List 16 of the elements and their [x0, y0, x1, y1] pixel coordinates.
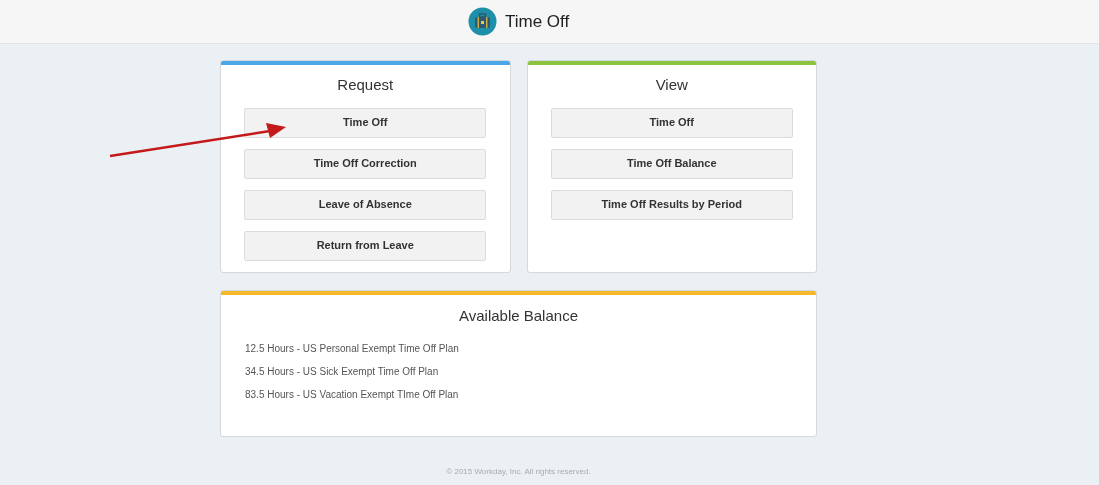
panel-title: Request: [336, 75, 395, 95]
action-button[interactable]: Time Off: [550, 107, 793, 138]
copyright-text: © 2015 Workday, Inc. All rights reserved.: [446, 466, 591, 478]
panel-title: View: [654, 75, 689, 95]
action-button[interactable]: Time Off Correction: [244, 148, 487, 179]
page-title: Time Off: [505, 10, 570, 33]
action-button[interactable]: Time Off Balance: [550, 148, 793, 179]
action-button[interactable]: Leave of Absence: [244, 189, 487, 220]
action-button[interactable]: Time Off Results by Period: [550, 189, 793, 220]
panel-title: Available Balance: [458, 306, 579, 326]
balance-line: 83.5 Hours - US Vacation Exempt TIme Off Plan: [245, 387, 460, 402]
briefcase-icon: [468, 7, 497, 36]
balance-line: 12.5 Hours - US Personal Exempt Time Off Plan: [245, 341, 460, 356]
action-button[interactable]: Time Off: [244, 107, 487, 138]
balance-line: 34.5 Hours - US Sick Exempt Time Off Plan: [245, 364, 440, 379]
action-button[interactable]: Return from Leave: [244, 230, 487, 261]
